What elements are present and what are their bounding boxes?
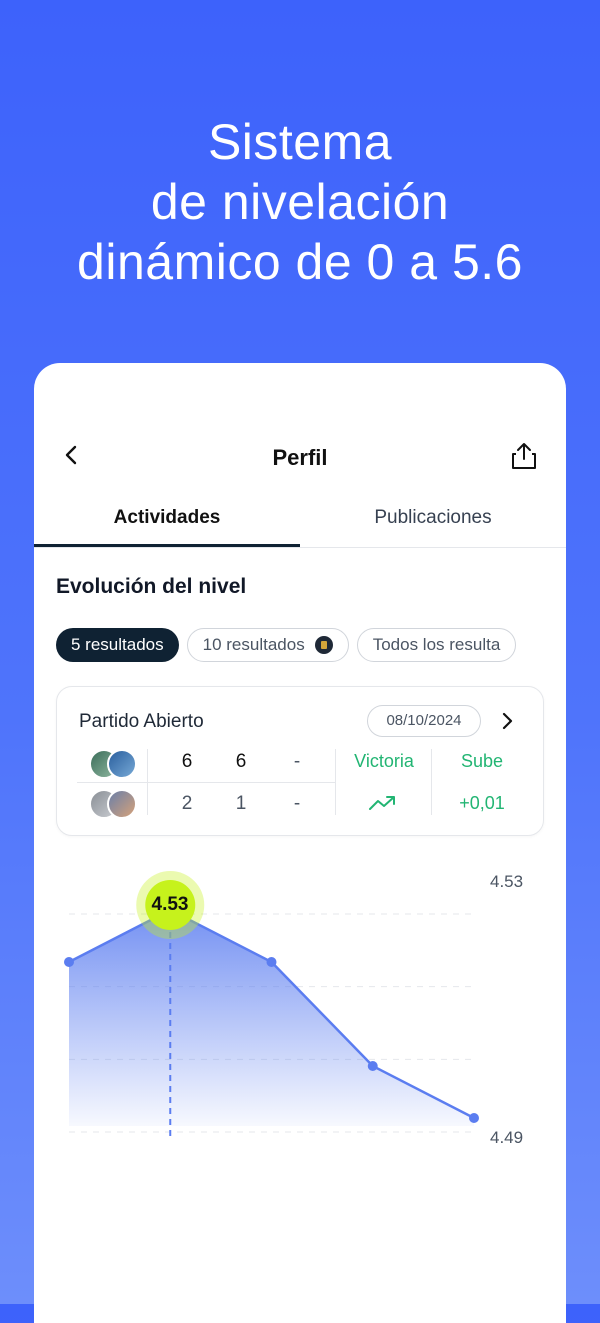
team-1-set-1: 6 [181,751,193,772]
chart-point [469,1113,479,1123]
level-chart-svg [64,871,479,1136]
tab-bar: Actividades Publicaciones [34,503,566,548]
team-1-set-3: - [293,751,301,772]
share-icon[interactable] [510,441,538,471]
headline: Sistema de nivelación dinámico de 0 a 5.… [0,112,600,292]
chart-point [367,1061,378,1071]
match-result: Victoria [354,751,414,771]
chart-point [266,957,277,967]
chart-point [64,957,74,967]
level-chart: 4.53 4.49 4.53 [34,868,566,1168]
divider [77,782,335,783]
section-title: Evolución del nivel [56,575,247,598]
lock-icon [314,636,333,654]
team-2-avatars [89,789,139,819]
chevron-right-icon[interactable] [497,711,517,731]
tab-actividades[interactable]: Actividades [34,507,300,529]
avatar [107,749,137,779]
level-change-label: Sube [460,751,504,771]
headline-line-3: dinámico de 0 a 5.6 [77,234,523,290]
match-card[interactable]: Partido Abierto 08/10/2024 6 6 - 2 1 - V… [56,686,544,836]
chip-10-resultados[interactable]: 10 resultados [186,628,349,662]
chart-area [69,910,474,1126]
match-type: Partido Abierto [79,711,204,732]
chip-todos-resultados[interactable]: Todos los resulta [356,628,517,662]
page-title: Perfil [272,445,328,470]
level-change-value: +0,01 [459,793,505,813]
team-1-set-2: 6 [235,751,247,772]
headline-line-2: de nivelación [150,174,450,230]
top-nav: Perfil [34,441,566,481]
highlight-value-label: 4.53 [151,894,189,915]
trending-up-icon [369,796,395,810]
phone-screen: Perfil Actividades Publicaciones Evoluci… [34,363,566,1323]
team-1-avatars [89,749,139,779]
chip-5-resultados[interactable]: 5 resultados [56,628,179,662]
tab-publicaciones[interactable]: Publicaciones [300,507,566,529]
y-axis-min-label: 4.49 [490,1128,524,1147]
team-2-set-2: 1 [235,793,247,814]
y-axis-max-label: 4.53 [490,872,524,891]
active-tab-indicator [34,544,300,547]
match-date-badge: 08/10/2024 [367,705,481,737]
divider [431,749,432,815]
divider [335,749,336,815]
headline-line-1: Sistema [207,114,393,170]
filter-chips: 5 resultados 10 resultados Todos los resul… [56,628,544,666]
team-2-set-3: - [293,793,301,814]
team-2-set-1: 2 [181,793,193,814]
avatar [107,789,137,819]
